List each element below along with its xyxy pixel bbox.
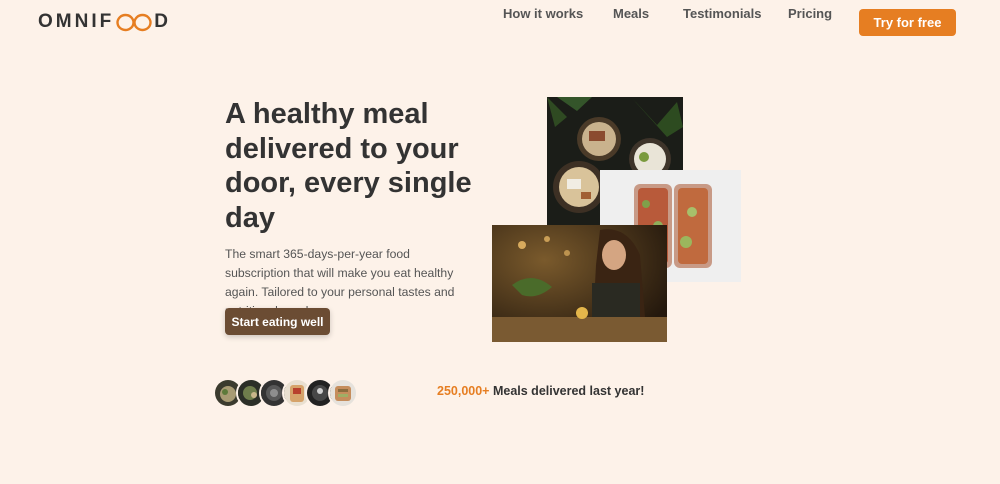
try-for-free-button[interactable]: Try for free [859,9,956,36]
meals-count: 250,000+ [437,384,490,398]
start-eating-well-button[interactable]: Start eating well [225,308,330,335]
logo-text-right: D [154,11,171,32]
logo-infinity-icon [115,11,153,33]
nav-pricing[interactable]: Pricing [788,6,832,21]
hero-title: A healthy meal delivered to your door, e… [225,98,472,234]
meals-delivered-text: 250,000+ Meals delivered last year! [437,384,644,398]
hero-image-woman-eating [492,225,667,342]
logo-text-left: OMNIF [38,11,115,32]
nav-meals[interactable]: Meals [613,6,649,21]
meals-delivered-label: Meals delivered last year! [492,384,645,398]
avatar [328,378,358,408]
customer-avatars [213,378,358,408]
omnifood-logo[interactable]: OMNIF D [38,11,171,33]
nav-testimonials[interactable]: Testimonials [683,6,762,21]
nav-how-it-works[interactable]: How it works [503,6,583,21]
